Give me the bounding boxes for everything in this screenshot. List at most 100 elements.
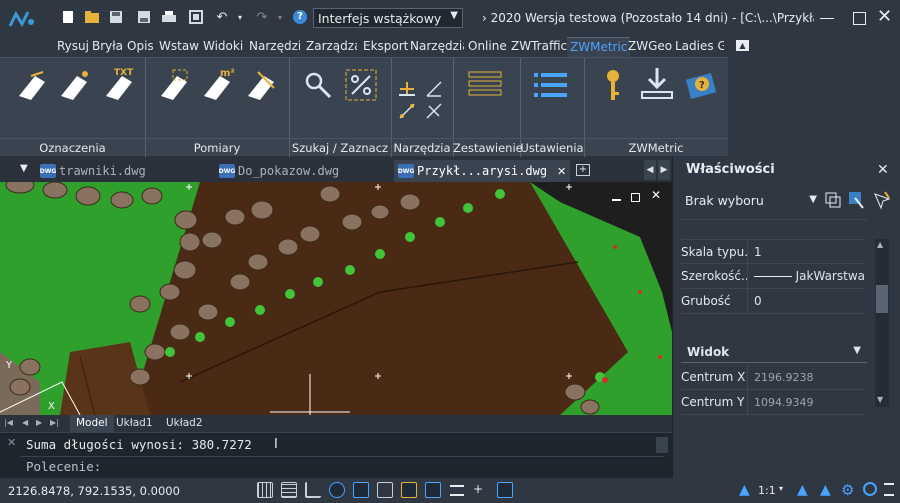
object-snap-icon[interactable] xyxy=(353,482,369,498)
viewport-close-icon[interactable]: ✕ xyxy=(651,188,661,202)
close-tab-icon[interactable]: ✕ xyxy=(557,165,566,178)
menu-item-zwgeo[interactable]: ZWGeo xyxy=(628,39,672,55)
selection-dropdown[interactable]: Brak wyboru ▼ xyxy=(685,190,819,212)
open-icon[interactable] xyxy=(84,9,100,25)
tag-text-icon[interactable]: TXT xyxy=(102,66,138,102)
annotation-icon[interactable]: ▲ xyxy=(739,482,750,498)
settings-list-icon[interactable] xyxy=(533,70,569,100)
new-icon[interactable] xyxy=(60,9,76,25)
command-input[interactable]: Polecenie: xyxy=(26,459,662,477)
menu-item-wstaw[interactable]: Wstaw xyxy=(159,39,199,55)
new-tab-icon[interactable]: + xyxy=(576,164,590,176)
menu-item-zarzadzaj[interactable]: Zarządzaj xyxy=(306,39,357,55)
property-row[interactable]: Skala typu... 1 xyxy=(681,239,865,264)
save-as-icon[interactable] xyxy=(136,9,152,25)
pickadd-icon[interactable] xyxy=(871,190,891,210)
workspace-select[interactable]: Interfejs wstążkowy ▼ xyxy=(313,8,463,28)
layout-first-icon[interactable]: |◀ xyxy=(4,418,13,427)
quick-properties-icon[interactable]: + xyxy=(473,482,489,498)
layout-last-icon[interactable]: ▶| xyxy=(50,418,59,427)
menu-item-widoki[interactable]: Widoki xyxy=(203,39,243,55)
download-icon[interactable] xyxy=(640,66,674,100)
rotate-tool-icon[interactable] xyxy=(425,102,443,120)
close-icon[interactable]: ✕ xyxy=(877,6,892,27)
selection-cycling-icon[interactable] xyxy=(497,482,513,498)
annotation-visibility-icon[interactable]: ▲ xyxy=(797,482,808,498)
maximize-icon[interactable] xyxy=(853,12,866,25)
menu-item-bryla[interactable]: Bryła xyxy=(92,39,123,55)
properties-scrollbar[interactable]: ▲ ▼ xyxy=(875,239,889,407)
print-icon[interactable] xyxy=(161,9,177,25)
command-scrollbar[interactable] xyxy=(656,437,668,453)
select-percent-icon[interactable] xyxy=(344,68,378,102)
property-row[interactable]: Centrum X 2196.9238 xyxy=(681,364,865,390)
layout-tab-uklad2[interactable]: Układ2 xyxy=(166,417,203,429)
object-track-icon[interactable] xyxy=(377,482,393,498)
menu-item-zwtraffic[interactable]: ZWTraffic xyxy=(511,39,567,55)
annotation-scale-dropdown-icon[interactable]: ▾ xyxy=(779,484,783,493)
layout-prev-icon[interactable]: ◀ xyxy=(22,418,28,427)
property-row[interactable]: Grubość 0 xyxy=(681,288,865,314)
scale-tool-icon[interactable] xyxy=(398,102,416,120)
property-row[interactable]: Centrum Y 1094.9349 xyxy=(681,389,865,415)
menu-lines-icon[interactable] xyxy=(450,485,464,496)
viewport-restore-icon[interactable] xyxy=(631,193,640,202)
menu-item-ladies-gr[interactable]: Ladies Gr xyxy=(675,39,724,55)
layout-tab-uklad1[interactable]: Układ1 xyxy=(116,417,153,429)
redo-dropdown-icon[interactable]: ▾ xyxy=(272,9,288,25)
undo-icon[interactable]: ↶ xyxy=(214,9,230,25)
add-tool-icon[interactable] xyxy=(398,80,416,98)
lineweight-icon[interactable] xyxy=(425,482,441,498)
redo-icon[interactable]: ↷ xyxy=(254,9,270,25)
polar-icon[interactable] xyxy=(329,482,345,498)
scroll-thumb[interactable] xyxy=(876,285,888,313)
menu-item-opis[interactable]: Opis xyxy=(127,39,154,55)
measure-area-icon[interactable]: m² xyxy=(200,66,236,102)
measure-perimeter-icon[interactable] xyxy=(244,68,278,102)
measure-length-icon[interactable] xyxy=(157,68,191,102)
key-icon[interactable] xyxy=(603,68,623,102)
menu-item-narzedzia-2[interactable]: Narzędzia xyxy=(410,39,464,55)
layout-next-icon[interactable]: ▶ xyxy=(36,418,42,427)
doc-tab-do-pokazow[interactable]: DWG Do_pokazow.dwg xyxy=(215,160,387,182)
properties-close-icon[interactable]: ✕ xyxy=(877,162,889,178)
help-book-icon[interactable]: ? xyxy=(684,68,718,102)
help-icon[interactable]: ? xyxy=(292,9,308,25)
search-icon[interactable] xyxy=(303,70,333,100)
grid-icon[interactable] xyxy=(257,482,273,498)
app-logo-icon[interactable] xyxy=(6,6,38,32)
viewport-minimize-icon[interactable] xyxy=(612,199,621,201)
table-list-icon[interactable] xyxy=(468,70,502,100)
ribbon-collapse-icon[interactable]: ▲ xyxy=(736,40,749,51)
drawing-canvas[interactable]: Y X ✕ xyxy=(0,182,672,415)
scroll-down-icon[interactable]: ▼ xyxy=(877,395,883,404)
tab-scroll-left-icon[interactable]: ◀ xyxy=(644,160,656,180)
annotation-scale[interactable]: 1:1 xyxy=(758,484,776,497)
menu-item-narzedzia[interactable]: Narzędzia xyxy=(249,39,300,55)
doc-tab-trawniki[interactable]: DWG trawniki.dwg xyxy=(36,160,208,182)
undo-dropdown-icon[interactable]: ▾ xyxy=(232,9,248,25)
tab-scroll-right-icon[interactable]: ▶ xyxy=(658,160,670,180)
tag-icon[interactable] xyxy=(15,68,49,102)
tag-point-icon[interactable] xyxy=(57,68,91,102)
layout-tab-model[interactable]: Model xyxy=(70,415,114,432)
isolate-icon[interactable] xyxy=(863,482,877,496)
status-menu-icon[interactable] xyxy=(884,483,894,496)
menu-item-rysuj[interactable]: Rysuj xyxy=(57,39,89,55)
dynamic-input-icon[interactable] xyxy=(401,482,417,498)
section-header-widok[interactable]: Widok ▼ xyxy=(681,341,867,363)
menu-item-zwmetric[interactable]: ZWMetric xyxy=(567,37,631,57)
plot-preview-icon[interactable] xyxy=(188,9,204,25)
settings-gear-icon[interactable]: ⚙ xyxy=(841,481,854,499)
menu-item-online[interactable]: Online xyxy=(468,39,507,55)
command-close-icon[interactable]: ✕ xyxy=(7,436,16,449)
tabs-menu-icon[interactable]: ▼ xyxy=(20,163,28,174)
scroll-up-icon[interactable]: ▲ xyxy=(877,240,883,249)
auto-scale-icon[interactable]: ▲ xyxy=(820,482,831,498)
snap-icon[interactable] xyxy=(281,482,297,498)
save-icon[interactable] xyxy=(108,9,124,25)
doc-tab-przyklad[interactable]: DWG Przykł...arysi.dwg ✕ xyxy=(394,160,570,182)
menu-item-eksport[interactable]: Eksport xyxy=(363,39,408,55)
property-row[interactable]: Szerokość... JakWarstwa xyxy=(681,263,865,289)
minimize-icon[interactable] xyxy=(820,18,834,19)
